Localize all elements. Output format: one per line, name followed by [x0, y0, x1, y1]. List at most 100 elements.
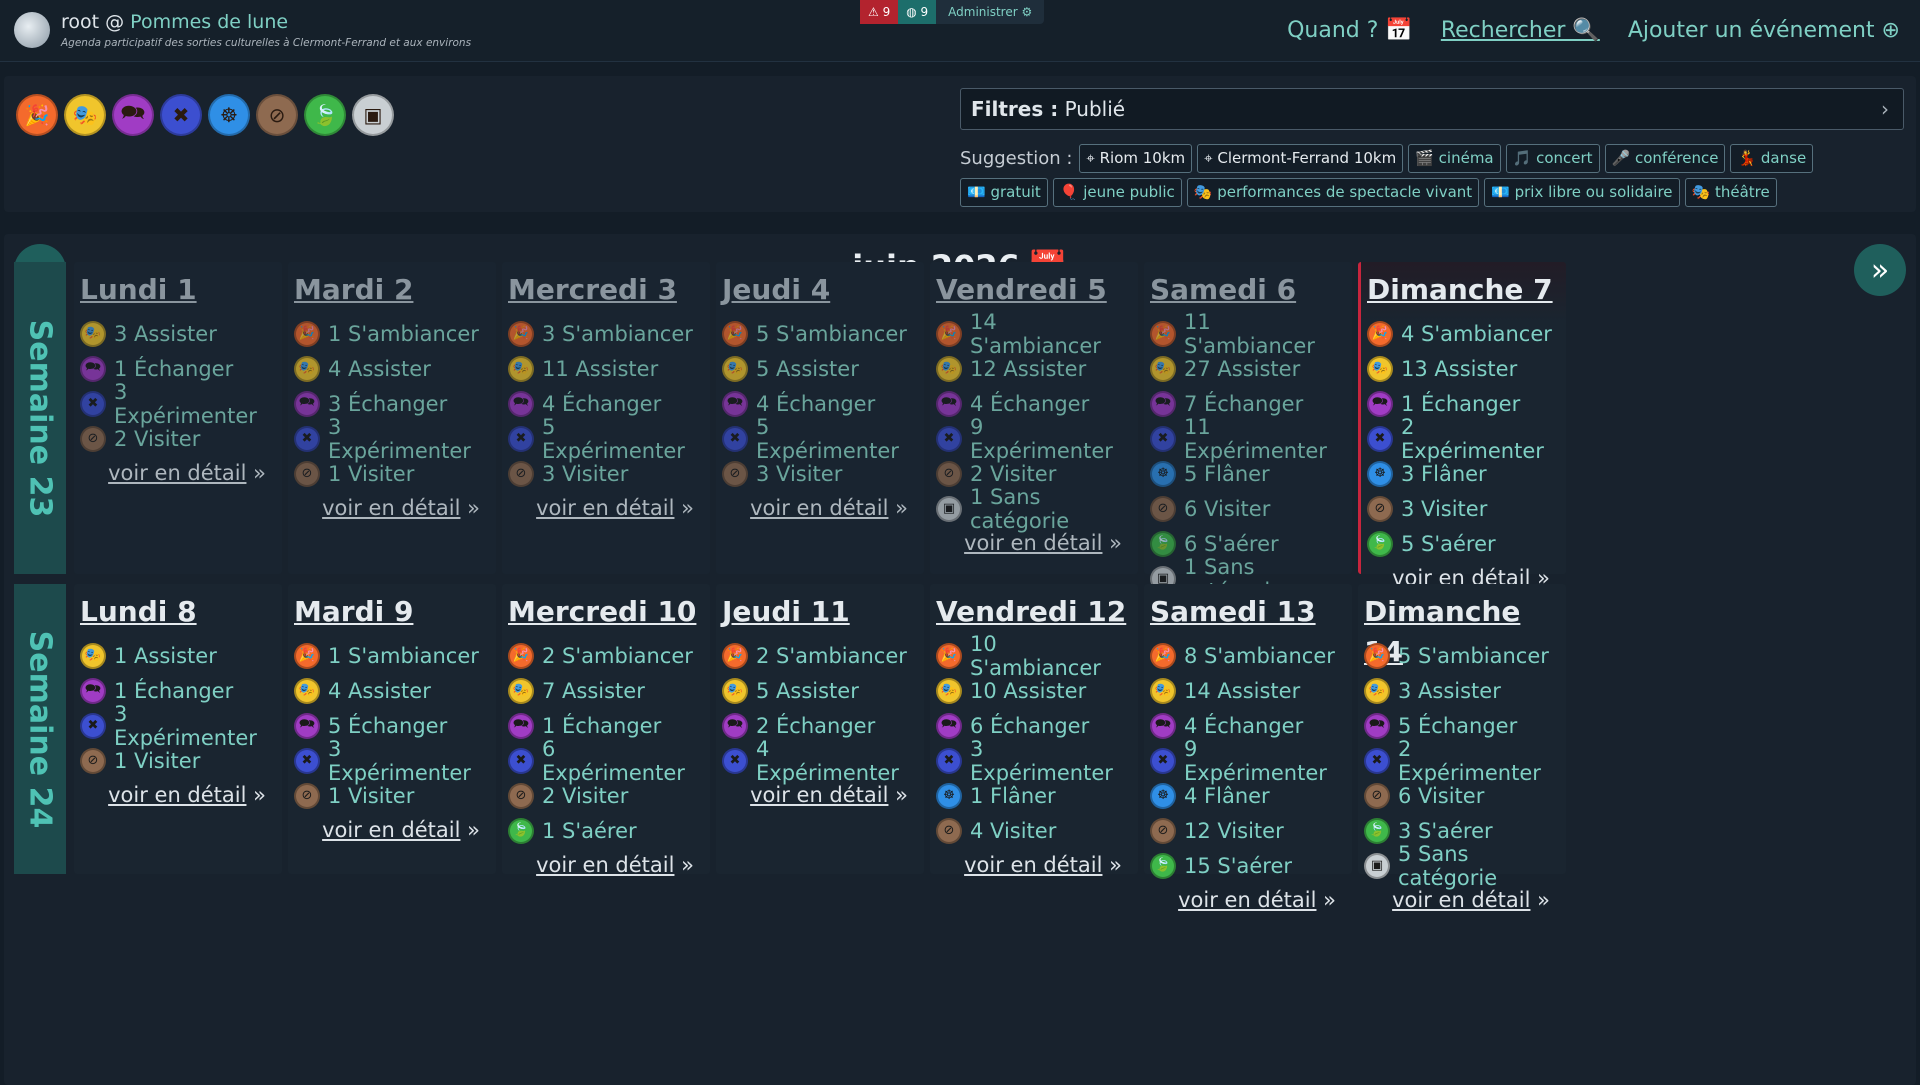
compass-icon[interactable]: ⊘	[256, 94, 298, 136]
event-category-count[interactable]: ✖ 3 Expérimenter	[80, 380, 276, 428]
alerts-badge[interactable]: ⚠ 9	[860, 0, 899, 24]
day-title-link[interactable]: Vendredi 12	[936, 592, 1132, 632]
when-link[interactable]: Quand ? 📅	[1287, 18, 1413, 43]
see-detail-link[interactable]: voir en détail »	[508, 848, 704, 883]
event-category-count[interactable]: 🎭 4 Assister	[294, 673, 490, 708]
day-title-link[interactable]: Samedi 13	[1150, 592, 1346, 632]
day-title-link[interactable]: Samedi 6	[1150, 270, 1346, 310]
event-category-count[interactable]: 🎭 4 Assister	[294, 351, 490, 386]
event-category-count[interactable]: 🎭 11 Assister	[508, 351, 704, 386]
event-category-count[interactable]: ⊘ 12 Visiter	[1150, 813, 1346, 848]
event-category-count[interactable]: 🎉 10 S'ambiancer	[936, 632, 1132, 680]
event-category-count[interactable]: 🎭 7 Assister	[508, 673, 704, 708]
event-category-count[interactable]: 🎉 8 S'ambiancer	[1150, 638, 1346, 673]
event-category-count[interactable]: ⊘ 6 Visiter	[1150, 491, 1346, 526]
event-category-count[interactable]: ⊘ 3 Visiter	[1367, 491, 1560, 526]
party-icon[interactable]: 🎉	[16, 94, 58, 136]
day-title-link[interactable]: Dimanche 7	[1367, 270, 1560, 310]
event-category-count[interactable]: 🎭 14 Assister	[1150, 673, 1346, 708]
leaf-icon[interactable]: 🍃	[304, 94, 346, 136]
suggestion-tag[interactable]: 🎭 performances de spectacle vivant	[1186, 178, 1480, 207]
suggestion-tag[interactable]: 🎈 jeune public	[1052, 178, 1182, 207]
event-category-count[interactable]: 🎭 5 Assister	[722, 673, 918, 708]
event-category-count[interactable]: 🍃 1 S'aérer	[508, 813, 704, 848]
day-title-link[interactable]: Lundi 8	[80, 592, 276, 632]
day-title-link[interactable]: Mardi 9	[294, 592, 490, 632]
calendar-icon[interactable]: ▣	[352, 94, 394, 136]
suggestion-tag[interactable]: 💶 gratuit	[960, 178, 1048, 207]
event-category-count[interactable]: ⊘ 4 Visiter	[936, 813, 1132, 848]
see-detail-link[interactable]: voir en détail »	[722, 491, 918, 526]
event-category-count[interactable]: 🍃 5 S'aérer	[1367, 526, 1560, 561]
see-detail-link[interactable]: voir en détail »	[80, 456, 276, 491]
event-category-count[interactable]: ✖ 6 Expérimenter	[508, 737, 704, 785]
see-detail-link[interactable]: voir en détail »	[1150, 883, 1346, 918]
event-category-count[interactable]: 🎉 1 S'ambiancer	[294, 316, 490, 351]
day-title-link[interactable]: Mercredi 10	[508, 592, 704, 632]
suggestion-tag[interactable]: 🎵 concert	[1505, 144, 1600, 173]
site-name-link[interactable]: Pommes de lune	[130, 11, 288, 33]
day-title-link[interactable]: Jeudi 11	[722, 592, 918, 632]
event-category-count[interactable]: ✖ 2 Expérimenter	[1364, 737, 1560, 785]
event-category-count[interactable]: ✖ 3 Expérimenter	[294, 737, 490, 785]
event-category-count[interactable]: 🎉 5 S'ambiancer	[722, 316, 918, 351]
see-detail-link[interactable]: voir en détail »	[508, 491, 704, 526]
day-title-link[interactable]: Jeudi 4	[722, 270, 918, 310]
event-category-count[interactable]: ✖ 3 Expérimenter	[294, 415, 490, 463]
event-category-count[interactable]: 🎉 4 S'ambiancer	[1367, 316, 1560, 351]
next-month-button[interactable]: »	[1854, 244, 1906, 296]
exchange-icon[interactable]: 🗪	[112, 94, 154, 136]
search-link[interactable]: Rechercher 🔍	[1441, 18, 1600, 43]
suggestion-tag[interactable]: ⌖ Clermont-Ferrand 10km	[1197, 144, 1404, 173]
suggestion-tag[interactable]: 🎤 conférence	[1604, 144, 1726, 173]
event-category-count[interactable]: ✖ 5 Expérimenter	[722, 415, 918, 463]
event-category-count[interactable]: ✖ 3 Expérimenter	[80, 702, 276, 750]
event-category-count[interactable]: ✖ 3 Expérimenter	[936, 737, 1132, 785]
event-category-count[interactable]: ✖ 5 Expérimenter	[508, 415, 704, 463]
see-detail-link[interactable]: voir en détail »	[936, 848, 1132, 883]
event-category-count[interactable]: 🎉 3 S'ambiancer	[508, 316, 704, 351]
event-category-count[interactable]: 🎭 3 Assister	[80, 316, 276, 351]
theater-icon[interactable]: 🎭	[64, 94, 106, 136]
see-detail-link[interactable]: voir en détail »	[80, 778, 276, 813]
event-category-count[interactable]: 🎭 1 Assister	[80, 638, 276, 673]
administer-link[interactable]: Administrer ⚙	[936, 5, 1044, 19]
event-category-count[interactable]: 🎭 5 Assister	[722, 351, 918, 386]
suggestion-tag[interactable]: 💶 prix libre ou solidaire	[1484, 178, 1680, 207]
event-category-count[interactable]: 🎉 11 S'ambiancer	[1150, 310, 1346, 358]
see-detail-link[interactable]: voir en détail »	[936, 526, 1132, 561]
event-category-count[interactable]: ✖ 9 Expérimenter	[1150, 737, 1346, 785]
day-title-link[interactable]: Mardi 2	[294, 270, 490, 310]
see-detail-link[interactable]: voir en détail »	[1364, 883, 1560, 918]
see-detail-link[interactable]: voir en détail »	[722, 778, 918, 813]
add-event-link[interactable]: Ajouter un événement ⊕	[1628, 18, 1900, 43]
event-category-count[interactable]: ▣1 Sans catégorie	[936, 485, 1132, 533]
day-title-link[interactable]: Vendredi 5	[936, 270, 1132, 310]
event-category-count[interactable]: 🎉 1 S'ambiancer	[294, 638, 490, 673]
day-title-link[interactable]: Dimanche 14	[1364, 592, 1560, 668]
filters-dropdown[interactable]: Filtres : Publié ›	[960, 88, 1904, 130]
event-category-count[interactable]: ✖ 11 Expérimenter	[1150, 415, 1346, 463]
suggestion-tag[interactable]: ⌖ Riom 10km	[1079, 144, 1193, 173]
day-title-link[interactable]: Mercredi 3	[508, 270, 704, 310]
event-category-count[interactable]: ▣ 5 Sans catégorie	[1364, 842, 1560, 890]
event-category-count[interactable]: 🎭 3 Assister	[1364, 673, 1560, 708]
event-category-count[interactable]: ✖ 4 Expérimenter	[722, 737, 918, 785]
tools-icon[interactable]: ✖	[160, 94, 202, 136]
event-category-count[interactable]: ✖ 2 Expérimenter	[1367, 415, 1560, 463]
see-detail-link[interactable]: voir en détail »	[294, 491, 490, 526]
see-detail-link[interactable]: voir en détail »	[294, 813, 490, 848]
suggestion-tag[interactable]: 🎭 théâtre	[1684, 178, 1777, 207]
site-logo[interactable]	[14, 12, 50, 48]
event-category-count[interactable]: 🎉 2 S'ambiancer	[722, 638, 918, 673]
moderation-badge[interactable]: ◍ 9	[898, 0, 937, 24]
day-title-link[interactable]: Lundi 1	[80, 270, 276, 310]
event-category-count[interactable]: 🎉 14 S'ambiancer	[936, 310, 1132, 358]
suggestion-tag[interactable]: 💃 danse	[1730, 144, 1814, 173]
event-category-count[interactable]: ✖ 9 Expérimenter	[936, 415, 1132, 463]
event-category-count[interactable]: 🎭 13 Assister	[1367, 351, 1560, 386]
event-category-count[interactable]: 🍃 15 S'aérer	[1150, 848, 1346, 883]
ferris-wheel-icon[interactable]: ☸	[208, 94, 250, 136]
event-category-count[interactable]: 🎉 2 S'ambiancer	[508, 638, 704, 673]
suggestion-tag[interactable]: 🎬 cinéma	[1408, 144, 1501, 173]
